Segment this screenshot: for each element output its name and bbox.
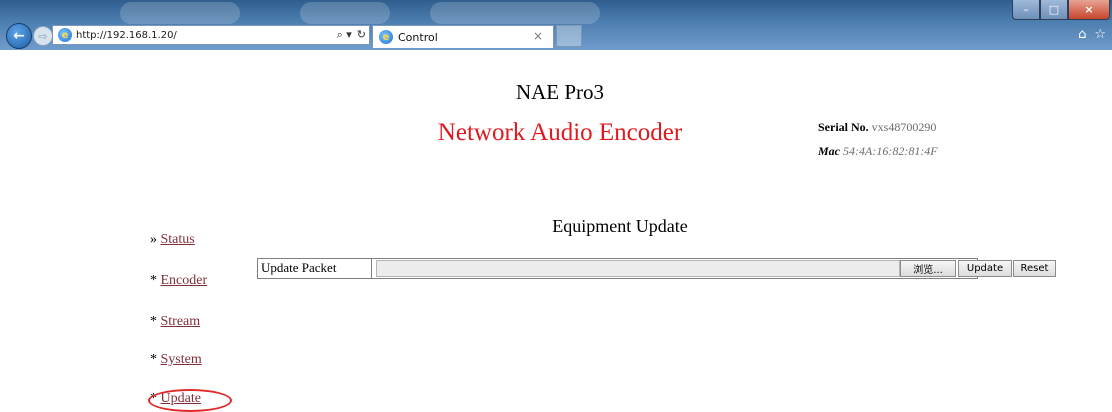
serial-label: Serial No. — [818, 120, 869, 134]
home-icon[interactable]: ⌂ — [1078, 27, 1086, 42]
taskbar-glow — [300, 2, 390, 24]
update-packet-form: Update Packet 浏览... Update Reset — [257, 258, 1056, 279]
tab-close-icon[interactable]: × — [533, 29, 543, 43]
page-title: NAE Pro3 — [515, 80, 605, 104]
serial-value: vxs48700290 — [871, 120, 937, 134]
close-window-button[interactable]: × — [1068, 0, 1110, 20]
nav-link-status[interactable]: Status — [161, 232, 195, 247]
update-highlight-circle — [148, 389, 232, 412]
update-packet-label: Update Packet — [259, 259, 372, 278]
taskbar-glow — [120, 2, 240, 24]
browser-chrome: – □ × ← ⇨ e http://192.168.1.20/ ⌕ ▾ ↻ e… — [0, 0, 1112, 50]
address-tools: ⌕ ▾ ↻ — [337, 28, 366, 42]
address-url[interactable]: http://192.168.1.20/ — [76, 30, 177, 41]
serial-number: Serial No. vxs48700290 — [818, 120, 936, 135]
tab-control[interactable]: e Control × — [372, 25, 554, 48]
nav-prefix: * — [150, 273, 157, 288]
new-tab-button[interactable] — [556, 25, 582, 47]
nav-link-encoder[interactable]: Encoder — [161, 273, 208, 288]
tab-title: Control — [398, 30, 438, 44]
sidebar-item-encoder: * Encoder — [150, 273, 207, 289]
favorites-icon[interactable]: ☆ — [1094, 27, 1106, 42]
nav-prefix: * — [150, 352, 157, 367]
nav-link-stream[interactable]: Stream — [161, 314, 201, 329]
minimize-button[interactable]: – — [1012, 0, 1040, 20]
search-icon[interactable]: ⌕ ▾ — [337, 28, 352, 42]
mac-value: 54:4A:16:82:81:4F — [843, 144, 938, 158]
nav-prefix: * — [150, 314, 157, 329]
browse-button[interactable]: 浏览... — [900, 260, 956, 277]
refresh-icon[interactable]: ↻ — [357, 28, 366, 42]
address-bar[interactable]: e http://192.168.1.20/ ⌕ ▾ ↻ — [52, 25, 370, 45]
mac-address: Mac 54:4A:16:82:81:4F — [818, 144, 938, 159]
chrome-right-tools: ⌂ ☆ — [1078, 27, 1106, 42]
sidebar-item-status: » Status — [150, 232, 195, 248]
forward-button[interactable]: ⇨ — [33, 26, 53, 46]
window-controls: – □ × — [1012, 0, 1110, 21]
back-button[interactable]: ← — [6, 23, 32, 49]
file-path-field[interactable] — [376, 260, 900, 277]
ie-tab-icon: e — [379, 30, 393, 44]
sidebar-item-stream: * Stream — [150, 314, 200, 330]
page-subtitle: Network Audio Encoder — [437, 119, 683, 146]
ie-page-icon: e — [58, 28, 72, 42]
maximize-button[interactable]: □ — [1040, 0, 1068, 20]
sidebar-item-system: * System — [150, 352, 202, 368]
update-button[interactable]: Update — [958, 260, 1012, 277]
taskbar-glow — [430, 2, 600, 24]
reset-button[interactable]: Reset — [1013, 260, 1056, 277]
mac-label: Mac — [818, 144, 840, 158]
nav-link-system[interactable]: System — [161, 352, 202, 367]
nav-prefix: » — [150, 232, 157, 247]
